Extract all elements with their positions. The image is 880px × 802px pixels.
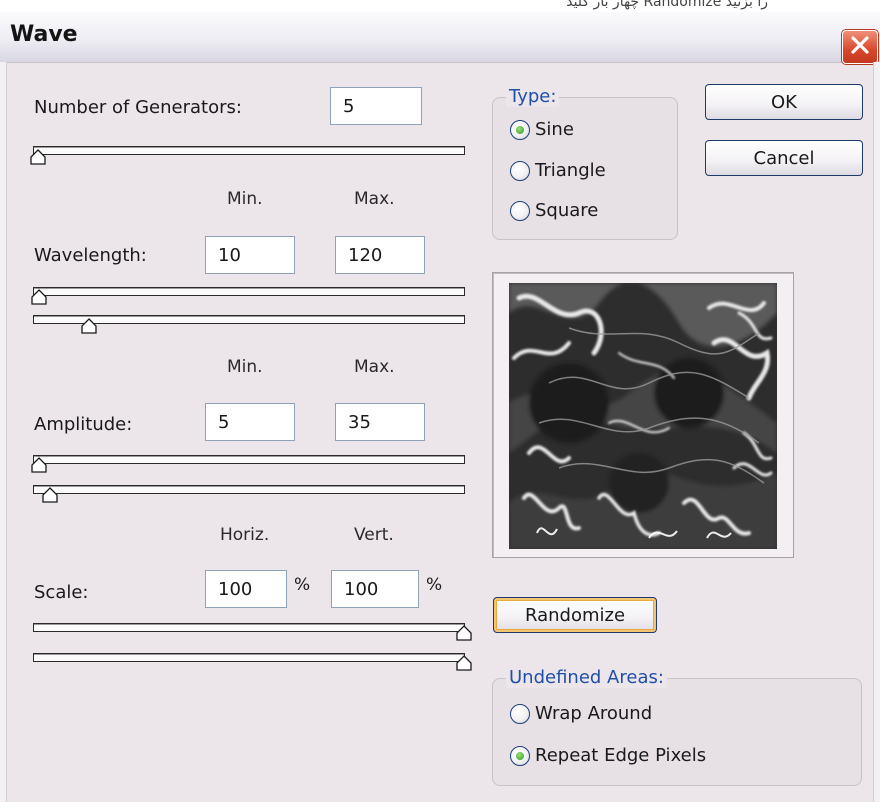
type-sine-option[interactable]: Sine [510,119,574,140]
generators-slider-thumb[interactable] [30,149,46,165]
scale-label: Scale: [34,582,89,603]
amplitude-min-field[interactable]: 5 [205,403,295,441]
close-icon [849,34,871,60]
preview-frame [492,272,794,558]
wavelength-label: Wavelength: [34,245,147,266]
radio-selected-icon[interactable] [510,119,530,140]
wavelength-min-slider-thumb[interactable] [31,289,47,305]
scale-horiz-header: Horiz. [220,525,270,545]
radio-empty-icon[interactable] [510,160,530,181]
type-group-legend: Type: [506,86,560,107]
type-square-label: Square [535,200,599,221]
wrap-around-option[interactable]: Wrap Around [510,703,652,724]
amplitude-label: Amplitude: [34,414,133,435]
title-bar: Wave [0,12,880,64]
type-triangle-label: Triangle [535,160,606,181]
type-square-option[interactable]: Square [510,200,598,221]
scale-vert-unit: % [426,575,443,595]
randomize-button[interactable]: Randomize [493,597,657,633]
top-caption: چهار بار کلید Randomize را بزنید [566,0,768,10]
amplitude-min-slider-track[interactable] [33,455,465,464]
radio-selected-icon[interactable] [510,745,530,766]
window-frame-right [873,62,880,802]
wave-preview-image [509,283,777,549]
repeat-edge-pixels-label: Repeat Edge Pixels [535,745,707,766]
scale-vert-header: Vert. [354,525,394,545]
radio-empty-icon[interactable] [510,703,530,724]
dialog-title: Wave [10,22,78,47]
generators-slider-track[interactable] [33,146,465,155]
window-frame-left [0,62,7,802]
amplitude-max-field[interactable]: 35 [335,403,425,441]
wavelength-max-field[interactable]: 120 [335,236,425,274]
scale-horiz-unit: % [294,575,311,595]
amplitude-min-slider-thumb[interactable] [31,457,47,473]
scale-horiz-slider-track[interactable] [33,623,465,632]
generators-label: Number of Generators: [34,97,242,118]
scale-vert-slider-track[interactable] [33,653,465,662]
wavelength-max-slider-track[interactable] [33,315,465,324]
cancel-button[interactable]: Cancel [705,140,863,176]
amplitude-max-slider-thumb[interactable] [42,487,58,503]
wavelength-min-header: Min. [227,189,263,209]
ok-button[interactable]: OK [705,84,863,120]
wavelength-min-field[interactable]: 10 [205,236,295,274]
radio-empty-icon[interactable] [510,200,530,221]
close-button[interactable] [842,30,878,64]
scale-horiz-slider-thumb[interactable] [456,625,472,641]
amplitude-max-slider-track[interactable] [33,485,465,494]
type-sine-label: Sine [535,119,574,140]
undefined-areas-legend: Undefined Areas: [506,667,667,688]
top-caption-strip: چهار بار کلید Randomize را بزنید [0,0,880,12]
generators-field[interactable]: 5 [330,87,422,125]
wavelength-max-slider-thumb[interactable] [81,318,97,334]
scale-vert-slider-thumb[interactable] [456,655,472,671]
wrap-around-label: Wrap Around [535,703,653,724]
scale-horiz-field[interactable]: 100 [205,570,287,608]
wavelength-min-slider-track[interactable] [33,287,465,296]
amplitude-min-header: Min. [227,357,263,377]
undefined-areas-group [492,678,862,786]
repeat-edge-pixels-option[interactable]: Repeat Edge Pixels [510,745,706,766]
type-triangle-option[interactable]: Triangle [510,160,606,181]
wavelength-max-header: Max. [354,189,395,209]
scale-vert-field[interactable]: 100 [331,570,419,608]
amplitude-max-header: Max. [354,357,395,377]
